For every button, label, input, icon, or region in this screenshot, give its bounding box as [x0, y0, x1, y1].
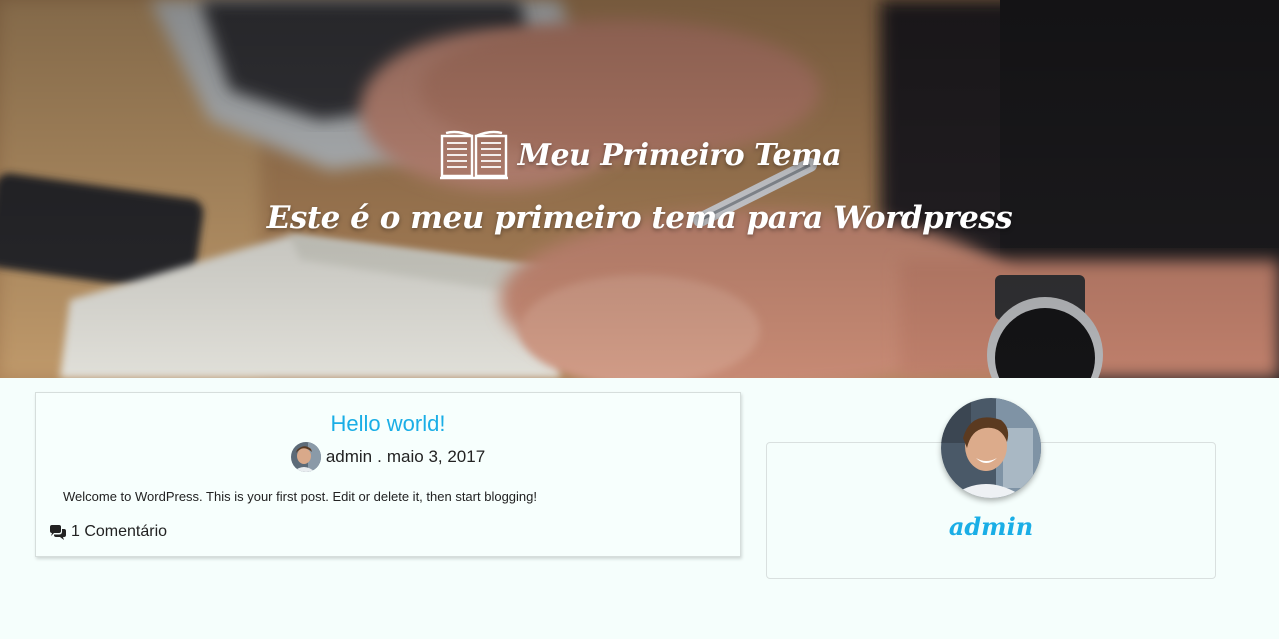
author-avatar	[941, 398, 1041, 498]
comments-icon	[49, 524, 67, 540]
author-name[interactable]: admin	[766, 512, 1216, 541]
site-branding: Meu Primeiro Tema	[0, 128, 1279, 182]
site-title[interactable]: Meu Primeiro Tema	[518, 138, 842, 173]
comments-count-label: 1 Comentário	[71, 523, 168, 540]
meta-separator: .	[377, 447, 382, 466]
hero-background-image	[0, 0, 1279, 378]
hero-banner: Meu Primeiro Tema Este é o meu primeiro …	[0, 0, 1279, 378]
post-date: maio 3, 2017	[386, 447, 486, 466]
post-title-link[interactable]: Hello world!	[36, 411, 740, 437]
post-excerpt: Welcome to WordPress. This is your first…	[63, 489, 537, 504]
post-card: Hello world! admin . maio 3, 2017 Welcom…	[35, 392, 741, 557]
post-meta: admin . maio 3, 2017	[36, 442, 740, 472]
post-comments-link[interactable]: 1 Comentário	[49, 523, 167, 541]
site-tagline: Este é o meu primeiro tema para Wordpres…	[266, 200, 1013, 236]
open-book-icon	[438, 128, 510, 182]
author-mini-avatar	[290, 442, 321, 472]
post-author-link[interactable]: admin	[326, 447, 372, 467]
